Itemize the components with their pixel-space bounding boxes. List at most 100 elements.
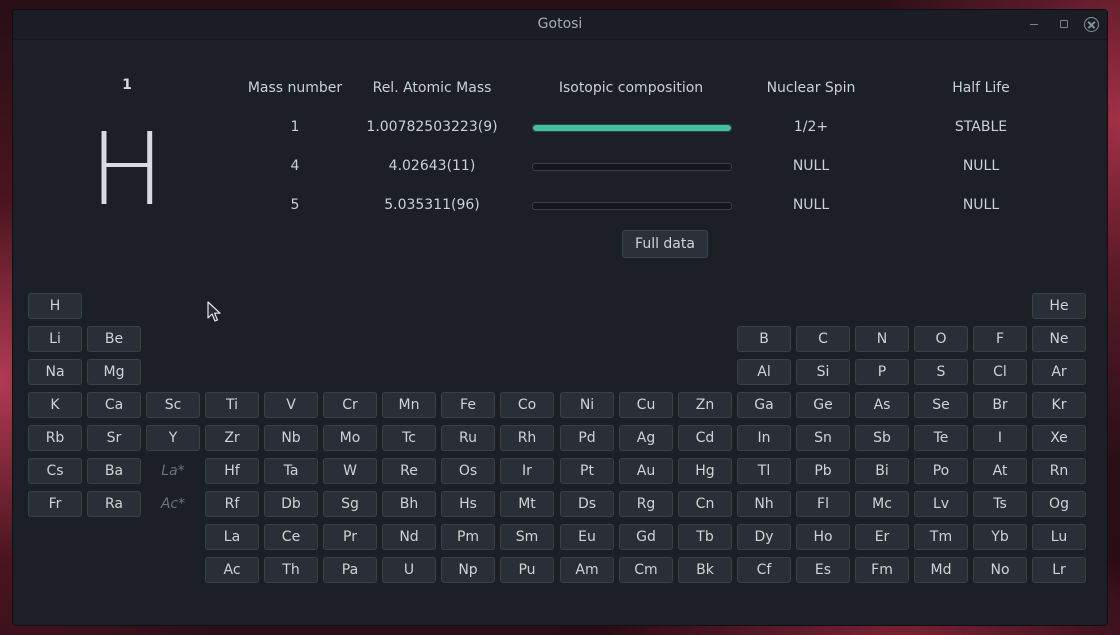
element-button-zr[interactable]: Zr [205, 425, 259, 451]
element-button-pb[interactable]: Pb [796, 458, 850, 484]
element-button-pt[interactable]: Pt [560, 458, 614, 484]
element-button-s[interactable]: S [914, 359, 968, 385]
element-button-he[interactable]: He [1032, 293, 1086, 319]
element-button-mt[interactable]: Mt [500, 491, 554, 517]
element-button-cn[interactable]: Cn [678, 491, 732, 517]
element-button-np[interactable]: Np [441, 557, 495, 583]
element-button-se[interactable]: Se [914, 392, 968, 418]
element-button-ca[interactable]: Ca [87, 392, 141, 418]
element-button-zn[interactable]: Zn [678, 392, 732, 418]
element-button-pa[interactable]: Pa [323, 557, 377, 583]
element-button-fr[interactable]: Fr [28, 491, 82, 517]
element-button-gd[interactable]: Gd [619, 524, 673, 550]
element-button-bi[interactable]: Bi [855, 458, 909, 484]
element-button-u[interactable]: U [382, 557, 436, 583]
element-button-ar[interactable]: Ar [1032, 359, 1086, 385]
element-button-ta[interactable]: Ta [264, 458, 318, 484]
element-button-eu[interactable]: Eu [560, 524, 614, 550]
element-button-mn[interactable]: Mn [382, 392, 436, 418]
element-button-tb[interactable]: Tb [678, 524, 732, 550]
element-button-c[interactable]: C [796, 326, 850, 352]
element-button-hg[interactable]: Hg [678, 458, 732, 484]
element-button-rf[interactable]: Rf [205, 491, 259, 517]
element-button-tm[interactable]: Tm [914, 524, 968, 550]
element-button-ce[interactable]: Ce [264, 524, 318, 550]
element-button-na[interactable]: Na [28, 359, 82, 385]
element-button-md[interactable]: Md [914, 557, 968, 583]
element-button-kr[interactable]: Kr [1032, 392, 1086, 418]
element-button-w[interactable]: W [323, 458, 377, 484]
element-button-be[interactable]: Be [87, 326, 141, 352]
element-button-ra[interactable]: Ra [87, 491, 141, 517]
element-button-h[interactable]: H [28, 293, 82, 319]
element-button-am[interactable]: Am [560, 557, 614, 583]
element-button-ac[interactable]: Ac [205, 557, 259, 583]
element-button-la[interactable]: La [205, 524, 259, 550]
maximize-icon[interactable] [1057, 17, 1071, 31]
element-button-yb[interactable]: Yb [973, 524, 1027, 550]
element-button-pd[interactable]: Pd [560, 425, 614, 451]
element-button-lr[interactable]: Lr [1032, 557, 1086, 583]
element-button-cu[interactable]: Cu [619, 392, 673, 418]
element-button-sn[interactable]: Sn [796, 425, 850, 451]
element-button-in[interactable]: In [737, 425, 791, 451]
element-button-rg[interactable]: Rg [619, 491, 673, 517]
full-data-button[interactable]: Full data [622, 230, 708, 258]
element-button-sm[interactable]: Sm [500, 524, 554, 550]
element-button-tl[interactable]: Tl [737, 458, 791, 484]
element-button-bh[interactable]: Bh [382, 491, 436, 517]
element-button-ho[interactable]: Ho [796, 524, 850, 550]
element-button-au[interactable]: Au [619, 458, 673, 484]
element-button-ge[interactable]: Ge [796, 392, 850, 418]
element-button-al[interactable]: Al [737, 359, 791, 385]
element-button-k[interactable]: K [28, 392, 82, 418]
element-button-si[interactable]: Si [796, 359, 850, 385]
element-button-th[interactable]: Th [264, 557, 318, 583]
element-button-ne[interactable]: Ne [1032, 326, 1086, 352]
element-button-as[interactable]: As [855, 392, 909, 418]
element-button-hf[interactable]: Hf [205, 458, 259, 484]
element-button-er[interactable]: Er [855, 524, 909, 550]
element-button-nd[interactable]: Nd [382, 524, 436, 550]
element-button-pu[interactable]: Pu [500, 557, 554, 583]
element-button-os[interactable]: Os [441, 458, 495, 484]
element-button-rb[interactable]: Rb [28, 425, 82, 451]
element-button-pm[interactable]: Pm [441, 524, 495, 550]
element-button-og[interactable]: Og [1032, 491, 1086, 517]
element-button-mg[interactable]: Mg [87, 359, 141, 385]
element-button-n[interactable]: N [855, 326, 909, 352]
element-button-mo[interactable]: Mo [323, 425, 377, 451]
element-button-cm[interactable]: Cm [619, 557, 673, 583]
element-button-cf[interactable]: Cf [737, 557, 791, 583]
element-button-xe[interactable]: Xe [1032, 425, 1086, 451]
element-button-fm[interactable]: Fm [855, 557, 909, 583]
element-button-fe[interactable]: Fe [441, 392, 495, 418]
element-button-lu[interactable]: Lu [1032, 524, 1086, 550]
element-button-no[interactable]: No [973, 557, 1027, 583]
element-button-nh[interactable]: Nh [737, 491, 791, 517]
element-button-bk[interactable]: Bk [678, 557, 732, 583]
element-button-tc[interactable]: Tc [382, 425, 436, 451]
element-button-b[interactable]: B [737, 326, 791, 352]
title-bar[interactable]: Gotosi [13, 10, 1107, 40]
element-button-ag[interactable]: Ag [619, 425, 673, 451]
element-button-po[interactable]: Po [914, 458, 968, 484]
element-button-ti[interactable]: Ti [205, 392, 259, 418]
element-button-ni[interactable]: Ni [560, 392, 614, 418]
element-button-ga[interactable]: Ga [737, 392, 791, 418]
element-button-hs[interactable]: Hs [441, 491, 495, 517]
element-button-y[interactable]: Y [146, 425, 200, 451]
element-button-rn[interactable]: Rn [1032, 458, 1086, 484]
element-button-fl[interactable]: Fl [796, 491, 850, 517]
element-button-nb[interactable]: Nb [264, 425, 318, 451]
element-button-pr[interactable]: Pr [323, 524, 377, 550]
element-button-v[interactable]: V [264, 392, 318, 418]
element-button-co[interactable]: Co [500, 392, 554, 418]
element-button-mc[interactable]: Mc [855, 491, 909, 517]
element-button-br[interactable]: Br [973, 392, 1027, 418]
element-button-sg[interactable]: Sg [323, 491, 377, 517]
element-button-re[interactable]: Re [382, 458, 436, 484]
close-icon[interactable] [1084, 17, 1099, 32]
element-button-li[interactable]: Li [28, 326, 82, 352]
element-button-i[interactable]: I [973, 425, 1027, 451]
